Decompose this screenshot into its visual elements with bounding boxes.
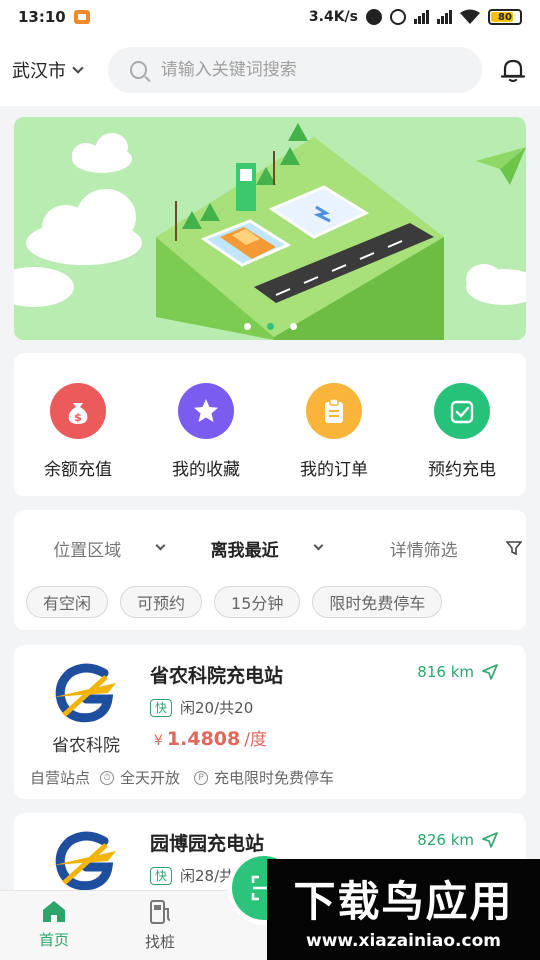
fast-charge-badge: 快 xyxy=(150,866,173,885)
status-time: 13:10 xyxy=(18,8,66,26)
chevron-down-icon xyxy=(313,540,324,551)
filter-tags: 有空闲 可预约 15分钟 限时免费停车 xyxy=(14,586,526,618)
header: 武汉市 xyxy=(0,34,540,106)
quick-action-recharge[interactable]: $ 余额充值 xyxy=(23,383,133,480)
network-speed: 3.4K/s xyxy=(308,9,358,25)
station-logo xyxy=(32,827,140,897)
battery-level: 80 xyxy=(498,11,512,23)
watermark-url: www.xiazainiao.com xyxy=(306,931,501,951)
signal-icon xyxy=(414,10,429,24)
filter-tab-area[interactable]: 位置区域 xyxy=(30,536,187,561)
quick-actions: $ 余额充值 我的收藏 我的订单 预约充电 xyxy=(14,353,526,496)
money-bag-icon: $ xyxy=(50,383,106,439)
filter-tab-label: 详情筛选 xyxy=(389,540,458,561)
station-distance[interactable]: 826 km xyxy=(417,831,498,849)
search-bar[interactable] xyxy=(108,47,482,93)
quick-action-label: 我的收藏 xyxy=(172,460,240,480)
station-distance[interactable]: 816 km xyxy=(417,663,498,681)
station-logo-icon xyxy=(54,663,116,723)
availability-row: 快 闲20/共20 xyxy=(150,697,253,718)
watermark: 下载鸟应用 www.xiazainiao.com xyxy=(267,859,540,960)
battery-icon: 80 xyxy=(488,9,522,25)
station-meta: 自营站点 ⏱ 全天开放 P 充电限时免费停车 xyxy=(30,767,334,788)
city-selector[interactable]: 武汉市 xyxy=(12,57,108,83)
banner-illustration xyxy=(14,117,526,340)
station-card[interactable]: 省农科院 省农科院充电站 816 km 快 闲20/共20 ¥ 1.4808 /… xyxy=(14,645,526,799)
chevron-down-icon xyxy=(155,540,166,551)
filter-tab-label: 离我最近 xyxy=(210,540,279,561)
banner-dot[interactable] xyxy=(243,323,251,330)
charging-pile-icon xyxy=(150,900,171,924)
home-icon xyxy=(43,901,65,922)
filter-tag[interactable]: 有空闲 xyxy=(26,586,109,618)
parking-info: 充电限时免费停车 xyxy=(214,769,335,787)
station-logo-icon xyxy=(54,831,116,891)
nav-label: 找桩 xyxy=(144,933,175,951)
banner-dot[interactable] xyxy=(266,323,274,330)
svg-text:$: $ xyxy=(74,411,82,424)
chevron-down-icon xyxy=(72,61,84,74)
navigate-icon xyxy=(482,832,498,848)
search-icon xyxy=(130,61,147,79)
star-icon xyxy=(178,383,234,439)
alarm-icon xyxy=(390,9,406,25)
banner-dot[interactable] xyxy=(289,323,297,330)
filter-tab-label: 位置区域 xyxy=(53,540,122,561)
distance-label: 826 km xyxy=(417,831,474,849)
quick-action-favorites[interactable]: 我的收藏 xyxy=(151,383,261,480)
nav-home[interactable]: 首页 xyxy=(14,899,94,950)
status-bar: 13:10 3.4K/s 80 xyxy=(0,0,540,34)
clipboard-icon xyxy=(306,383,362,439)
clock-icon: ⏱ xyxy=(100,770,115,785)
signal-icon-2 xyxy=(437,10,452,24)
filter-tab-nearest[interactable]: 离我最近 xyxy=(187,536,344,561)
bell-icon[interactable] xyxy=(498,55,528,85)
quick-action-orders[interactable]: 我的订单 xyxy=(279,383,389,480)
fast-charge-badge: 快 xyxy=(150,698,173,717)
station-name: 省农科院充电站 xyxy=(150,665,284,687)
price-currency: ¥ xyxy=(154,733,163,749)
station-price: ¥ 1.4808 /度 xyxy=(154,725,267,750)
filter-tag[interactable]: 15分钟 xyxy=(214,586,301,618)
quick-action-label: 预约充电 xyxy=(428,460,496,480)
price-unit: /度 xyxy=(244,730,267,750)
city-label: 武汉市 xyxy=(12,61,66,82)
distance-label: 816 km xyxy=(417,663,474,681)
watermark-title: 下载鸟应用 xyxy=(293,877,514,926)
opening-hours: 全天开放 xyxy=(120,769,181,787)
station-logo-text: 省农科院 xyxy=(52,736,120,756)
station-logo: 省农科院 xyxy=(32,659,140,756)
parking-icon: P xyxy=(194,770,209,785)
station-type: 自营站点 xyxy=(30,769,91,787)
vpn-icon xyxy=(366,9,382,25)
search-input[interactable] xyxy=(160,60,460,80)
price-value: 1.4808 xyxy=(166,728,241,750)
quick-action-label: 余额充值 xyxy=(44,460,112,480)
banner-pagination xyxy=(14,323,526,330)
navigate-icon xyxy=(482,664,498,680)
wifi-icon xyxy=(460,9,480,24)
funnel-icon[interactable] xyxy=(502,541,526,555)
filter-tag[interactable]: 限时免费停车 xyxy=(312,586,443,618)
station-name: 园博园充电站 xyxy=(150,833,265,855)
filter-panel: 位置区域 离我最近 详情筛选 有空闲 可预约 15分钟 限时免费停车 xyxy=(14,510,526,630)
promo-banner[interactable] xyxy=(14,117,526,340)
quick-action-reserve[interactable]: 预约充电 xyxy=(407,383,517,480)
nav-find-charger[interactable]: 找桩 xyxy=(120,899,200,952)
filter-tab-details[interactable]: 详情筛选 xyxy=(345,536,502,561)
quick-action-label: 我的订单 xyxy=(300,460,368,480)
nav-label: 首页 xyxy=(38,931,69,949)
calendar-check-icon xyxy=(434,383,490,439)
availability-count: 闲20/共20 xyxy=(180,699,254,717)
filter-tag[interactable]: 可预约 xyxy=(120,586,203,618)
notification-app-icon xyxy=(73,10,90,24)
